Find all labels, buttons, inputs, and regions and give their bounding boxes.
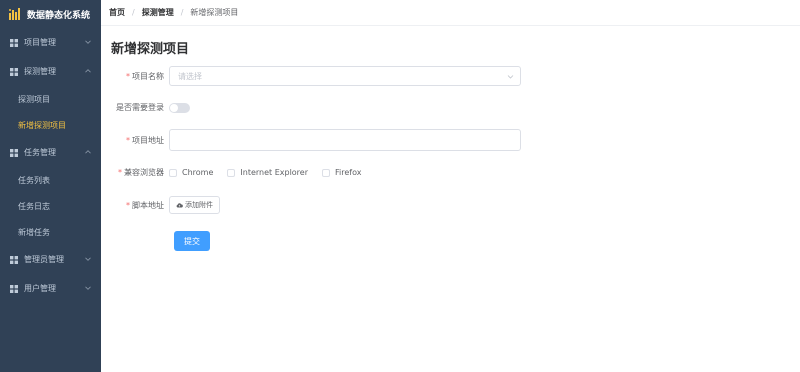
- chevron-down-icon: [85, 286, 91, 290]
- app-logo-icon: [9, 8, 20, 20]
- sidebar-item-label: 管理员管理: [24, 255, 64, 264]
- form-row-browsers: * 兼容浏览器 Chrome Internet Explorer Firefox: [101, 167, 376, 178]
- need-login-toggle[interactable]: [169, 102, 190, 113]
- project-url-input[interactable]: [169, 129, 521, 151]
- breadcrumb-probe-management[interactable]: 探测管理: [142, 7, 174, 18]
- script-label: * 脚本地址: [126, 200, 164, 210]
- checkbox-label: Firefox: [335, 168, 362, 177]
- sidebar-subitem-task-list[interactable]: 任务列表: [0, 167, 101, 193]
- grid-icon: [10, 67, 18, 76]
- select-placeholder: 请选择: [178, 71, 202, 81]
- project-url-label: * 项目地址: [126, 135, 164, 145]
- checkbox-box[interactable]: [227, 168, 236, 177]
- sidebar-item-admin-management[interactable]: 管理员管理: [0, 245, 101, 274]
- grid-icon: [10, 255, 18, 264]
- sidebar-item-project-management[interactable]: 项目管理: [0, 28, 101, 57]
- form-row-script: * 脚本地址 添加附件: [101, 196, 220, 214]
- breadcrumb: 首页 / 探测管理 / 新增探测项目: [101, 0, 800, 26]
- checkbox-firefox[interactable]: Firefox: [322, 168, 362, 177]
- sidebar: 数据静态化系统 项目管理 探测管理 探测项目 新增探测项目 任务管理 任务列表 …: [0, 0, 101, 372]
- checkbox-chrome[interactable]: Chrome: [169, 168, 213, 177]
- sidebar-subitem-new-probe-project[interactable]: 新增探测项目: [0, 112, 101, 138]
- chevron-down-icon: [85, 40, 91, 44]
- required-mark: *: [118, 168, 122, 177]
- checkbox-internet-explorer[interactable]: Internet Explorer: [227, 168, 308, 177]
- sidebar-item-task-management[interactable]: 任务管理: [0, 138, 101, 167]
- page-title: 新增探测项目: [111, 42, 190, 57]
- need-login-label: 是否需要登录: [116, 103, 164, 112]
- add-attachment-button[interactable]: 添加附件: [169, 196, 220, 214]
- chevron-down-icon: [85, 257, 91, 261]
- required-mark: *: [126, 200, 130, 210]
- sidebar-item-label: 任务管理: [24, 148, 56, 157]
- sidebar-item-label: 探测管理: [24, 67, 56, 76]
- checkbox-box[interactable]: [169, 168, 177, 177]
- sidebar-subitem-new-task[interactable]: 新增任务: [0, 219, 101, 245]
- cloud-upload-icon: [176, 203, 183, 208]
- sidebar-subitem-task-log[interactable]: 任务日志: [0, 193, 101, 219]
- sidebar-item-label: 用户管理: [24, 284, 56, 293]
- form-row-project-name: * 项目名称 请选择: [101, 66, 521, 86]
- grid-icon: [10, 38, 18, 47]
- project-name-label: * 项目名称: [126, 71, 164, 81]
- project-name-select[interactable]: 请选择: [169, 66, 521, 86]
- chevron-up-icon: [85, 69, 91, 73]
- chevron-up-icon: [85, 150, 91, 154]
- checkbox-box[interactable]: [322, 168, 331, 177]
- breadcrumb-separator: /: [180, 8, 184, 17]
- main-content: 新增探测项目 * 项目名称 请选择 是否需要登录 * 项目地址 * 兼容浏览器 Chr…: [101, 26, 800, 372]
- sidebar-item-label: 项目管理: [24, 38, 56, 47]
- required-mark: *: [126, 135, 130, 145]
- add-attachment-label: 添加附件: [185, 201, 213, 209]
- sidebar-item-user-management[interactable]: 用户管理: [0, 274, 101, 303]
- form-row-need-login: 是否需要登录: [101, 102, 190, 113]
- sidebar-item-probe-management[interactable]: 探测管理: [0, 57, 101, 86]
- sidebar-menu: 项目管理 探测管理 探测项目 新增探测项目 任务管理 任务列表 任务日志 新增任…: [0, 28, 101, 303]
- required-mark: *: [126, 71, 130, 81]
- chevron-down-icon: [507, 75, 514, 79]
- grid-icon: [10, 148, 18, 157]
- breadcrumb-separator: /: [132, 8, 135, 17]
- breadcrumb-current: 新增探测项目: [190, 8, 239, 17]
- app-title: 数据静态化系统: [27, 10, 91, 21]
- toggle-knob: [170, 103, 178, 112]
- submit-button[interactable]: 提交: [174, 231, 210, 251]
- browsers-label: * 兼容浏览器: [118, 168, 164, 177]
- grid-icon: [10, 284, 18, 293]
- breadcrumb-home[interactable]: 首页: [109, 7, 125, 18]
- checkbox-label: Internet Explorer: [240, 168, 309, 177]
- browsers-checkbox-group: Chrome Internet Explorer Firefox: [169, 168, 376, 177]
- sidebar-subitem-probe-projects[interactable]: 探测项目: [0, 86, 101, 112]
- form-row-project-url: * 项目地址: [101, 129, 521, 151]
- brand: 数据静态化系统: [0, 0, 101, 28]
- checkbox-label: Chrome: [182, 168, 214, 177]
